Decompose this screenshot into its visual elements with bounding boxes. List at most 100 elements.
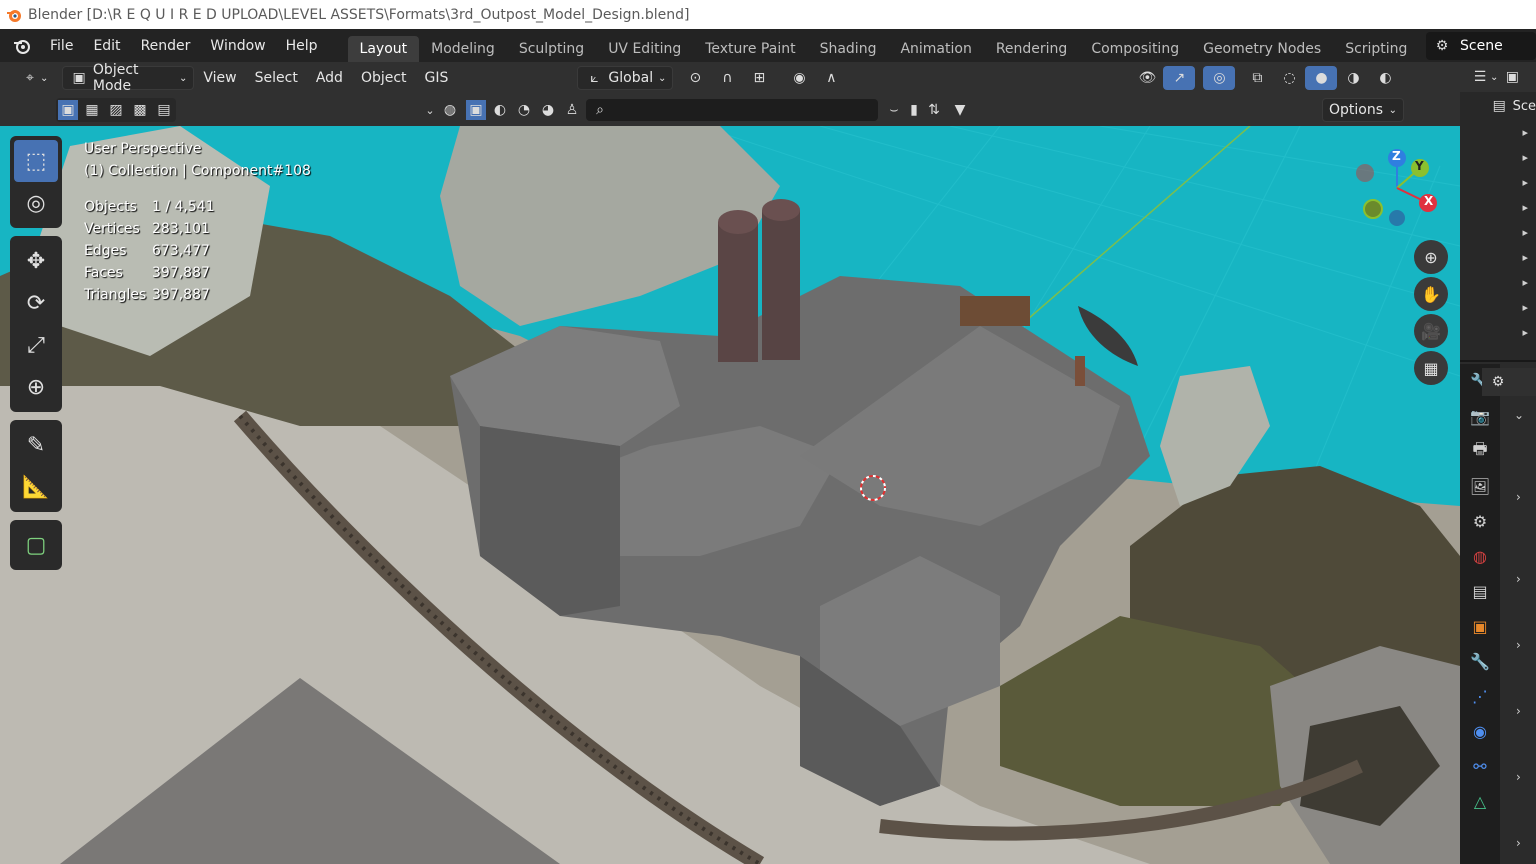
tab-scripting[interactable]: Scripting [1333, 36, 1419, 62]
overlay-toggle[interactable]: ◎ [1203, 66, 1236, 90]
outliner-row[interactable]: ▸ [1460, 295, 1536, 320]
mode-selector[interactable]: ▣ Object Mode ⌄ [62, 62, 195, 94]
outliner-row[interactable]: ▸ [1460, 195, 1536, 220]
rotate-tool[interactable]: ⟳ [14, 282, 58, 324]
tab-collection[interactable]: ▤ [1460, 574, 1500, 609]
tab-modifiers[interactable]: 🔧 [1460, 644, 1500, 679]
3d-viewport[interactable]: User Perspective (1) Collection | Compon… [0, 126, 1460, 864]
outliner-row[interactable]: ▸ [1460, 320, 1536, 345]
display-mode-icon[interactable]: ☰ [1470, 67, 1490, 87]
filter-object-icon[interactable]: ▣ [466, 100, 486, 120]
select-intersect-icon[interactable]: ▤ [154, 100, 174, 120]
chevron-icon[interactable]: ⌄ [1514, 408, 1524, 422]
select-extend-icon[interactable]: ▦ [82, 100, 102, 120]
filter-other-icon[interactable]: ◕ [538, 100, 558, 120]
tab-modeling[interactable]: Modeling [419, 36, 507, 62]
outliner-row[interactable]: ▸ [1460, 270, 1536, 295]
outliner-row[interactable]: ▸ [1460, 145, 1536, 170]
tab-texture-paint[interactable]: Texture Paint [693, 36, 807, 62]
tab-world[interactable]: ◍ [1460, 539, 1500, 574]
falloff-button[interactable]: ∧ [815, 66, 847, 90]
editor-type-button[interactable]: ⌖ ⌄ [14, 66, 54, 90]
color-wheel-icon[interactable]: ◍ [440, 100, 460, 120]
filter-light-icon[interactable]: ◐ [490, 100, 510, 120]
visibility-button[interactable]: 👁 [1131, 66, 1163, 90]
blender-menu-icon[interactable] [0, 29, 40, 62]
snap-toggle[interactable]: ∩ [711, 66, 743, 90]
menu-gis[interactable]: GIS [416, 66, 458, 90]
tab-sculpting[interactable]: Sculpting [507, 36, 596, 62]
tab-animation[interactable]: Animation [888, 36, 983, 62]
shading-rendered-button[interactable]: ◐ [1369, 66, 1401, 90]
annotate-tool[interactable]: ✎ [14, 424, 58, 466]
tab-particles[interactable]: ⋰ [1460, 679, 1500, 714]
scene-selector[interactable]: ⚙ Scene [1426, 32, 1536, 60]
gizmo-toggle[interactable]: ↗ [1163, 66, 1196, 90]
filter-icon[interactable]: ▣ [1502, 67, 1522, 87]
bookmark-icon[interactable]: ⌣ [884, 100, 904, 120]
search-input[interactable] [610, 102, 860, 118]
add-cube-tool[interactable]: ▢ [14, 524, 58, 566]
pan-button[interactable]: ✋ [1414, 277, 1448, 311]
chevron-icon[interactable]: › [1516, 836, 1521, 850]
search-field[interactable]: ⌕ [586, 99, 878, 121]
menu-object[interactable]: Object [352, 66, 416, 90]
pin-icon[interactable]: ▮ [904, 100, 924, 120]
tab-object[interactable]: ▣ [1460, 609, 1500, 644]
transform-orientation-selector[interactable]: ⟀ Global ⌄ [577, 66, 674, 90]
tab-render[interactable]: 📷 [1460, 399, 1500, 434]
outliner-row[interactable]: ▸ [1460, 220, 1536, 245]
scale-tool[interactable]: ⤢ [14, 324, 58, 366]
menu-help[interactable]: Help [276, 29, 328, 62]
chevron-down-icon[interactable]: ⌄ [420, 100, 440, 120]
move-tool[interactable]: ✥ [14, 240, 58, 282]
ortho-toggle-button[interactable]: ▦ [1414, 351, 1448, 385]
options-button[interactable]: Options ⌄ [1322, 98, 1404, 122]
chevron-icon[interactable]: › [1516, 572, 1521, 586]
camera-view-button[interactable]: 🎥 [1414, 314, 1448, 348]
chevron-icon[interactable]: › [1516, 638, 1521, 652]
menu-edit[interactable]: Edit [83, 29, 130, 62]
tab-physics[interactable]: ◉ [1460, 714, 1500, 749]
shading-material-button[interactable]: ◑ [1337, 66, 1369, 90]
outliner-row[interactable]: ▸ [1460, 170, 1536, 195]
xray-toggle[interactable]: ⧉ [1241, 66, 1273, 90]
filter-empty-icon[interactable]: ♙ [562, 100, 582, 120]
chevron-down-icon[interactable]: ⌄ [1490, 72, 1498, 83]
chevron-icon[interactable]: › [1516, 770, 1521, 784]
transform-tool[interactable]: ⊕ [14, 366, 58, 408]
shading-solid-button[interactable]: ● [1305, 66, 1338, 90]
tab-output[interactable]: 🖶 [1460, 434, 1500, 469]
menu-window[interactable]: Window [200, 29, 275, 62]
proportional-edit-toggle[interactable]: ◉ [783, 66, 815, 90]
tab-compositing[interactable]: Compositing [1079, 36, 1191, 62]
outliner-scene-row[interactable]: ▤ Sce [1460, 92, 1536, 120]
tab-scene[interactable]: ⚙ [1460, 504, 1500, 539]
tab-data[interactable]: △ [1460, 784, 1500, 819]
sort-icon[interactable]: ⇅ [924, 100, 944, 120]
cursor-tool[interactable]: ◎ [14, 182, 58, 224]
menu-file[interactable]: File [40, 29, 83, 62]
select-invert-icon[interactable]: ▩ [130, 100, 150, 120]
select-box-tool[interactable]: ⬚ [14, 140, 58, 182]
filter-funnel-icon[interactable]: ▼ [950, 100, 970, 120]
tab-uv-editing[interactable]: UV Editing [596, 36, 693, 62]
menu-add[interactable]: Add [307, 66, 352, 90]
select-new-icon[interactable]: ▣ [58, 100, 78, 120]
navigation-gizmo[interactable]: Z Y X [1350, 146, 1450, 236]
tab-constraints[interactable]: ⚯ [1460, 749, 1500, 784]
chevron-icon[interactable]: › [1516, 490, 1521, 504]
outliner-row[interactable]: ▸ [1460, 120, 1536, 145]
shading-wireframe-button[interactable]: ◌ [1273, 66, 1305, 90]
properties-editor-icon[interactable]: ⚙ [1488, 372, 1508, 392]
tab-view-layer[interactable]: 🖼 [1460, 469, 1500, 504]
menu-render[interactable]: Render [131, 29, 201, 62]
tab-rendering[interactable]: Rendering [984, 36, 1080, 62]
zoom-button[interactable]: ⊕ [1414, 240, 1448, 274]
menu-view[interactable]: View [194, 66, 245, 90]
chevron-icon[interactable]: › [1516, 704, 1521, 718]
outliner-row[interactable]: ▸ [1460, 245, 1536, 270]
tab-layout[interactable]: Layout [347, 35, 420, 62]
tab-geometry-nodes[interactable]: Geometry Nodes [1191, 36, 1333, 62]
pivot-point-button[interactable]: ⊙ [679, 66, 711, 90]
